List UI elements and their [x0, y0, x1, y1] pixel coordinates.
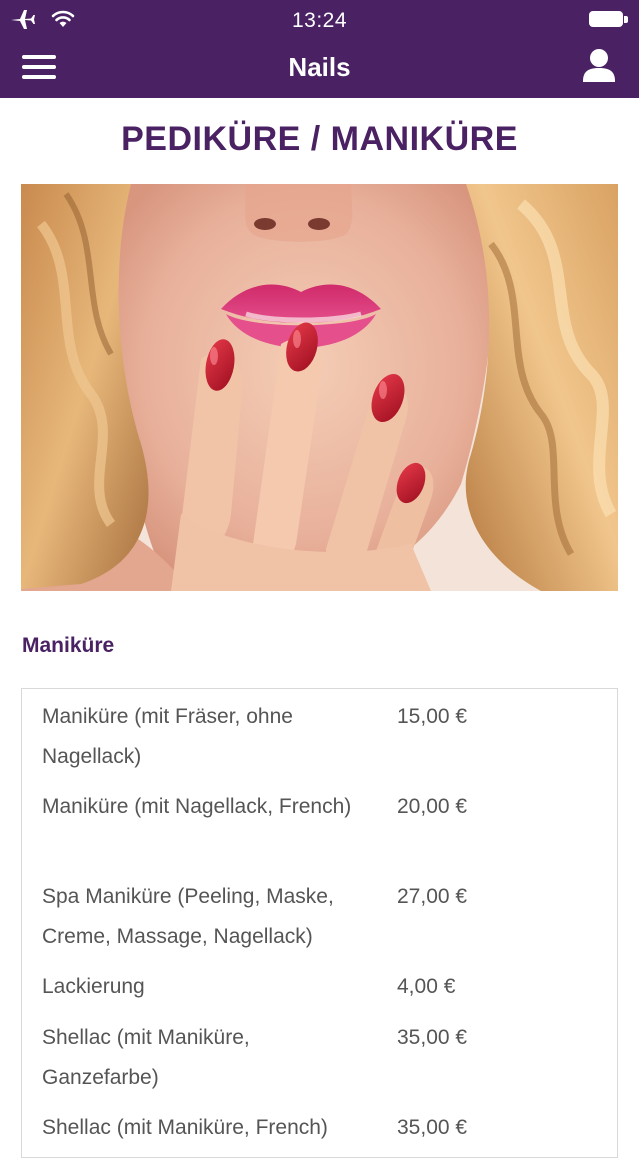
- price-item-price: 27,00 €: [397, 885, 468, 908]
- price-row: Shellac (mit Maniküre, French) 35,00 €: [42, 1108, 602, 1148]
- hero-image: [21, 184, 618, 591]
- price-row: Lackierung 4,00 €: [42, 967, 602, 1007]
- price-item-price: 4,00 €: [397, 975, 456, 998]
- price-row: Shellac (mit Maniküre, Ganzefarbe) 35,00…: [42, 1018, 602, 1098]
- battery-icon: [589, 11, 629, 29]
- price-row: Maniküre (mit Fräser, ohne Nagellack) 15…: [42, 697, 602, 777]
- price-item-name: Shellac (mit Maniküre, Ganzefarbe): [42, 1026, 250, 1089]
- price-item-name: Maniküre (mit Fräser, ohne Nagellack): [42, 705, 293, 768]
- price-item-price: 15,00 €: [397, 705, 468, 728]
- price-item-name: Shellac (mit Maniküre, French): [42, 1116, 328, 1139]
- price-row: Spa Maniküre (Peeling, Maske, Creme, Mas…: [42, 877, 602, 957]
- price-item-name: Spa Maniküre (Peeling, Maske, Creme, Mas…: [42, 885, 334, 948]
- price-item-price: 35,00 €: [397, 1026, 468, 1049]
- nav-title: Nails: [288, 52, 351, 82]
- price-row: Maniküre (mit Nagellack, French) 20,00 €: [42, 787, 602, 867]
- user-icon[interactable]: [581, 47, 617, 87]
- price-item-price: 20,00 €: [397, 795, 468, 818]
- nav-bar: Nails: [0, 40, 639, 98]
- status-time: 13:24: [291, 9, 348, 32]
- section-heading-manikuere: Maniküre: [22, 634, 115, 657]
- price-list: Maniküre (mit Fräser, ohne Nagellack) 15…: [21, 688, 618, 1158]
- price-item-name: Maniküre (mit Nagellack, French): [42, 795, 352, 818]
- status-bar: 13:24: [0, 0, 639, 40]
- price-item-name: Lackierung: [42, 975, 145, 998]
- page-title: PEDIKÜRE / MANIKÜRE: [121, 120, 518, 158]
- price-item-price: 35,00 €: [397, 1116, 468, 1139]
